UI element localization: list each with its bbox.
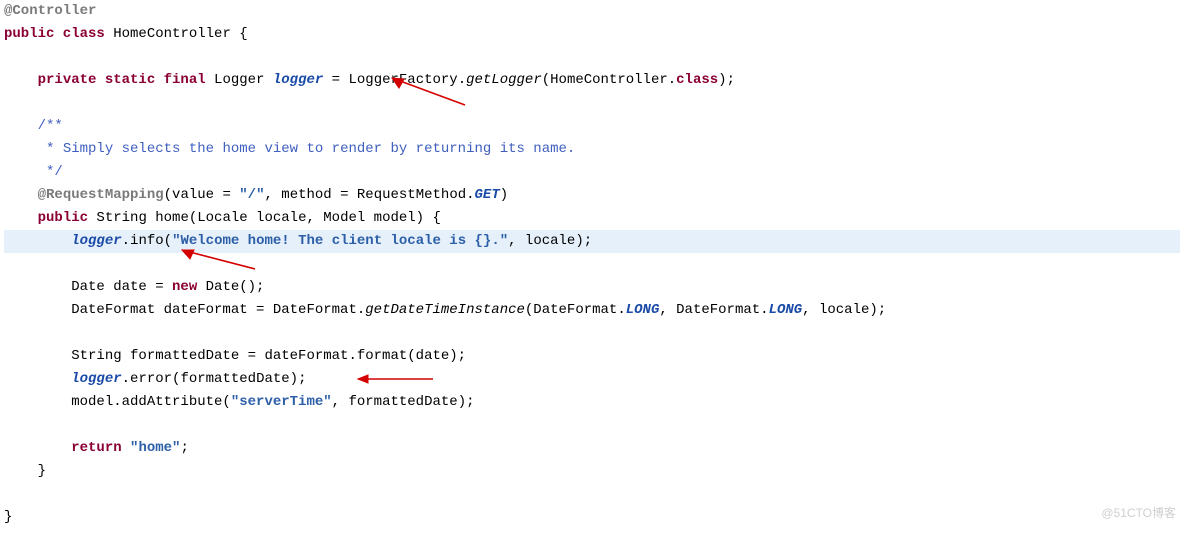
- code-line: logger.error(formattedDate);: [4, 368, 1180, 391]
- class-decl: HomeController {: [105, 26, 248, 42]
- code-line: /**: [4, 115, 1180, 138]
- code-line: String formattedDate = dateFormat.format…: [4, 345, 1180, 368]
- code-line-blank: [4, 322, 1180, 345]
- code-line-blank: [4, 46, 1180, 69]
- code-line: model.addAttribute("serverTime", formatt…: [4, 391, 1180, 414]
- string-literal: "/": [239, 187, 264, 203]
- enum-constant: GET: [475, 187, 500, 203]
- logger-ref: logger: [71, 371, 121, 387]
- keyword-token: return: [71, 440, 121, 456]
- code-line: return "home";: [4, 437, 1180, 460]
- code-line-blank: [4, 483, 1180, 506]
- code-line: public String home(Locale locale, Model …: [4, 207, 1180, 230]
- code-line: @RequestMapping(value = "/", method = Re…: [4, 184, 1180, 207]
- constant-long2: LONG: [769, 302, 803, 318]
- static-method-call: getDateTimeInstance: [365, 302, 525, 318]
- constant-long1: LONG: [626, 302, 660, 318]
- string-literal: "home": [130, 440, 180, 456]
- code-line: }: [4, 460, 1180, 483]
- string-literal: "serverTime": [231, 394, 332, 410]
- code-line: private static final Logger logger = Log…: [4, 69, 1180, 92]
- static-method-call: getLogger: [466, 72, 542, 88]
- logger-ref: logger: [71, 233, 121, 249]
- code-line: public class HomeController {: [4, 23, 1180, 46]
- javadoc: /**: [38, 118, 63, 134]
- annotation-token: @RequestMapping: [38, 187, 164, 203]
- keyword-token: private static final: [38, 72, 206, 88]
- code-line-blank: [4, 414, 1180, 437]
- code-line: * Simply selects the home view to render…: [4, 138, 1180, 161]
- code-line-highlighted: logger.info("Welcome home! The client lo…: [4, 230, 1180, 253]
- keyword-token: public: [38, 210, 88, 226]
- logger-field-decl: logger: [273, 72, 323, 88]
- code-line-blank: [4, 92, 1180, 115]
- keyword-token: public class: [4, 26, 105, 42]
- code-line: }: [4, 506, 1180, 529]
- code-editor: @Controller public class HomeController …: [0, 0, 1184, 529]
- watermark: @51CTO博客: [1101, 502, 1176, 525]
- code-line: @Controller: [4, 0, 1180, 23]
- code-line: DateFormat dateFormat = DateFormat.getDa…: [4, 299, 1180, 322]
- javadoc: * Simply selects the home view to render…: [46, 141, 575, 157]
- keyword-token: new: [172, 279, 197, 295]
- code-line-blank: [4, 253, 1180, 276]
- javadoc: */: [46, 164, 63, 180]
- code-line: */: [4, 161, 1180, 184]
- code-line: Date date = new Date();: [4, 276, 1180, 299]
- string-literal: "Welcome home! The client locale is {}.": [172, 233, 508, 249]
- annotation-token: @Controller: [4, 3, 96, 19]
